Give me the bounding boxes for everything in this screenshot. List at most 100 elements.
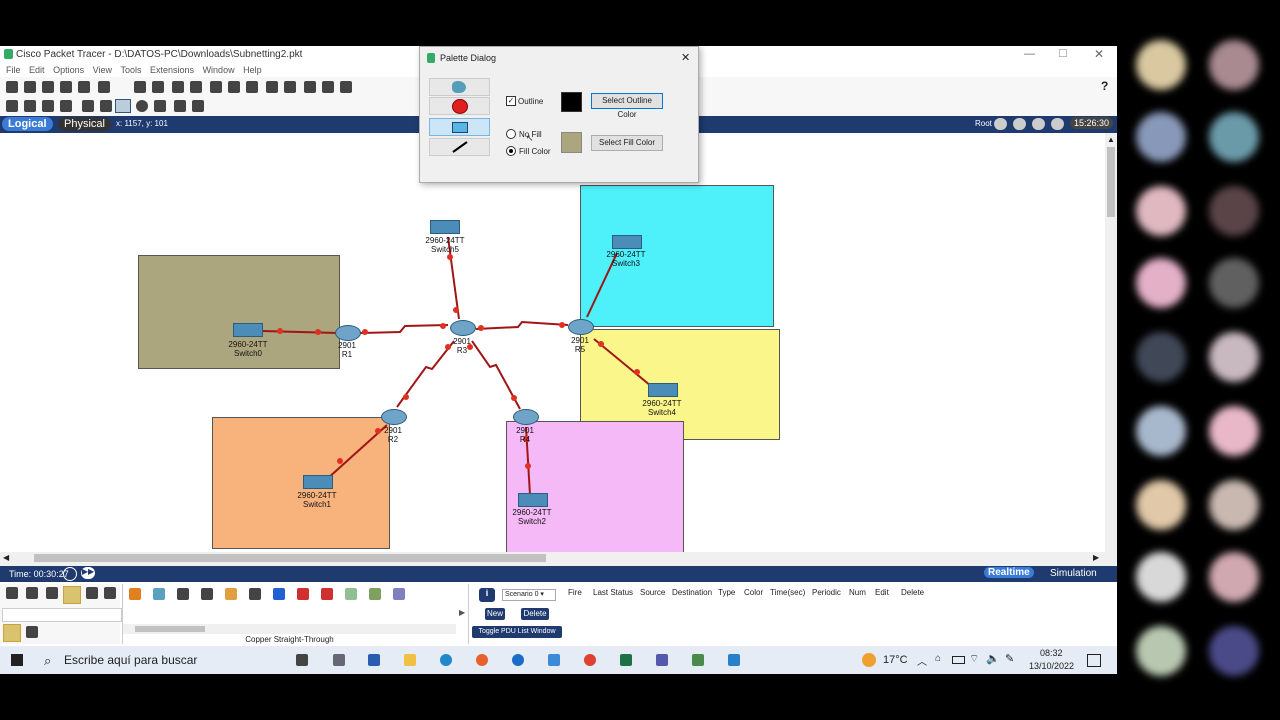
connection-category-icon[interactable]: [3, 624, 21, 642]
vertical-scrollbar[interactable]: ▲: [1105, 133, 1117, 552]
switch5[interactable]: [430, 220, 460, 234]
taskbar-search-icon[interactable]: ⌕: [44, 653, 51, 669]
menu-options[interactable]: Options: [53, 65, 84, 75]
tray-up-icon[interactable]: ︿: [917, 653, 927, 668]
ellipse-shape-option[interactable]: [429, 97, 490, 115]
network-info-icon[interactable]: [340, 81, 352, 93]
help-icon[interactable]: ?: [1101, 79, 1108, 93]
draw-ellipse-icon[interactable]: [136, 100, 148, 112]
components-icon[interactable]: [46, 587, 58, 599]
panel-splitter-arrow[interactable]: ▶: [459, 608, 465, 617]
power-cycle-icon[interactable]: [63, 567, 77, 581]
menu-window[interactable]: Window: [203, 65, 235, 75]
taskbar-app-1-icon[interactable]: [333, 654, 345, 666]
photos-icon[interactable]: [548, 654, 560, 666]
line-shape-option[interactable]: [429, 138, 490, 156]
console-cable-icon[interactable]: [153, 588, 165, 600]
automatic-cable-icon[interactable]: [129, 588, 141, 600]
switch0[interactable]: [233, 323, 263, 337]
redo-icon[interactable]: [190, 81, 202, 93]
straight-through-icon[interactable]: [177, 588, 189, 600]
draw-line-icon[interactable]: [100, 100, 112, 112]
volume-icon[interactable]: 🔈: [986, 652, 1000, 665]
select-fill-color-button[interactable]: Select Fill Color: [591, 135, 663, 151]
switch3[interactable]: [612, 235, 642, 249]
multiuser-icon[interactable]: [104, 587, 116, 599]
add-simple-pdu-icon[interactable]: [174, 100, 186, 112]
fill-color-radio[interactable]: [506, 146, 516, 156]
menu-extensions[interactable]: Extensions: [150, 65, 194, 75]
end-devices-icon[interactable]: [26, 587, 38, 599]
connections-icon[interactable]: [63, 586, 81, 604]
inspect-icon[interactable]: [24, 100, 36, 112]
weather-icon[interactable]: [862, 653, 876, 667]
pen-icon[interactable]: ✎: [1005, 652, 1014, 665]
file-explorer-icon[interactable]: [404, 654, 416, 666]
router-r2[interactable]: [381, 409, 407, 425]
print-icon[interactable]: [78, 81, 90, 93]
scroll-left-arrow[interactable]: ◀: [3, 553, 9, 562]
viewport-icon[interactable]: [1051, 118, 1064, 130]
select-outline-color-button[interactable]: Select Outline Color: [591, 93, 663, 119]
octal-cable-icon[interactable]: [345, 588, 357, 600]
wifi-icon[interactable]: ⌔: [969, 652, 979, 666]
device-search-field[interactable]: [2, 608, 122, 622]
vertical-scroll-thumb[interactable]: [1107, 147, 1115, 217]
no-fill-radio[interactable]: [506, 129, 516, 139]
misc-icon[interactable]: [86, 587, 98, 599]
clock-time[interactable]: 08:32: [1040, 648, 1063, 658]
menu-edit[interactable]: Edit: [29, 65, 45, 75]
add-complex-pdu-icon[interactable]: [192, 100, 204, 112]
fast-forward-icon[interactable]: ▶▶: [81, 567, 95, 579]
palette-icon[interactable]: [284, 81, 296, 93]
router-r1[interactable]: [335, 325, 361, 341]
save-icon[interactable]: [60, 81, 72, 93]
battery-icon[interactable]: [952, 656, 965, 664]
taskbar-search-box[interactable]: Escribe aquí para buscar: [64, 653, 197, 667]
minimize-button[interactable]: —: [1024, 48, 1035, 60]
fiber-icon[interactable]: [225, 588, 237, 600]
packet-tracer-taskbar-icon[interactable]: [692, 654, 704, 666]
toggle-pdu-button[interactable]: Toggle PDU List Window: [472, 626, 562, 638]
serial-dce-icon[interactable]: [297, 588, 309, 600]
place-note-icon[interactable]: [82, 100, 94, 112]
tray-network-icon[interactable]: ⌂: [935, 653, 941, 664]
tab-physical[interactable]: Physical: [58, 117, 111, 131]
outline-checkbox[interactable]: ✓: [506, 96, 516, 106]
realtime-tab[interactable]: Realtime: [984, 567, 1034, 578]
logical-workspace[interactable]: 2960-24TT Switch5 2960-24TT Switch3 2960-2…: [0, 133, 1105, 552]
resize-shape-icon[interactable]: [60, 100, 72, 112]
tab-logical[interactable]: Logical: [2, 117, 53, 131]
scroll-right-arrow[interactable]: ▶: [1093, 553, 1099, 562]
notes-icon[interactable]: [304, 81, 316, 93]
paste-icon[interactable]: [152, 81, 164, 93]
new-file-icon[interactable]: [6, 81, 18, 93]
freeform-shape-option[interactable]: [429, 78, 490, 96]
switch4[interactable]: [648, 383, 678, 397]
router-r4[interactable]: [513, 409, 539, 425]
coaxial-icon[interactable]: [273, 588, 285, 600]
edge-icon[interactable]: [440, 654, 452, 666]
edge-dev-icon[interactable]: [512, 654, 524, 666]
copy-icon[interactable]: [134, 81, 146, 93]
open-folder-icon[interactable]: [24, 81, 36, 93]
image-icon[interactable]: [322, 81, 334, 93]
undo-icon[interactable]: [172, 81, 184, 93]
zoom-reset-icon[interactable]: [228, 81, 240, 93]
menu-view[interactable]: View: [93, 65, 112, 75]
phone-cable-icon[interactable]: [249, 588, 261, 600]
freeform-icon[interactable]: [154, 100, 166, 112]
menu-help[interactable]: Help: [243, 65, 262, 75]
taskbar-app-2-icon[interactable]: [368, 654, 380, 666]
rectangle-shape-option[interactable]: [429, 118, 490, 136]
info-icon[interactable]: i: [479, 588, 495, 602]
close-button[interactable]: ✕: [1094, 47, 1104, 61]
cable-scroll-thumb[interactable]: [135, 626, 205, 632]
usb-cable-icon[interactable]: [393, 588, 405, 600]
maximize-button[interactable]: ☐: [1058, 47, 1068, 60]
custom-device-icon[interactable]: [266, 81, 278, 93]
network-devices-icon[interactable]: [6, 587, 18, 599]
horizontal-scroll-thumb[interactable]: [34, 554, 546, 562]
grid-icon[interactable]: [26, 626, 38, 638]
teams-icon[interactable]: [656, 654, 668, 666]
